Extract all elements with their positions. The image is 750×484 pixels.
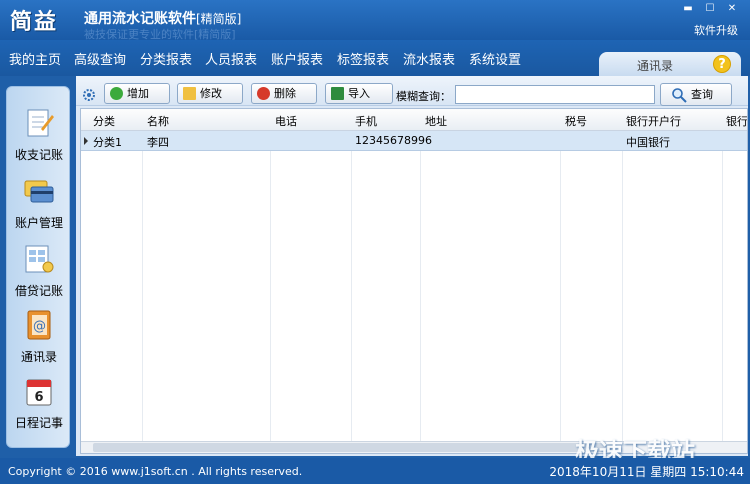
- tab-contacts[interactable]: 通讯录 ?: [599, 52, 741, 76]
- upgrade-link[interactable]: 软件升级: [694, 22, 738, 38]
- cell-name: 李四: [147, 136, 169, 149]
- app-logo: 简益: [10, 9, 59, 35]
- add-icon: [110, 87, 123, 100]
- column-header-bank[interactable]: 银行开户行: [626, 113, 681, 129]
- edit-button[interactable]: 修改: [177, 83, 243, 104]
- grid-column: [271, 109, 352, 453]
- svg-text:@: @: [33, 319, 46, 334]
- tab-contacts-label: 通讯录: [637, 59, 674, 73]
- sidebar-item-label: 账户管理: [14, 216, 63, 230]
- grid-header: 分类 名称 电话 手机 地址 税号 银行开户行 银行: [81, 109, 747, 131]
- search-label: 模糊查询：: [396, 90, 451, 103]
- grid-column: [143, 109, 271, 453]
- delete-icon: [257, 87, 270, 100]
- sidebar-item-income-expense[interactable]: 收支记账: [7, 107, 71, 163]
- address-book-icon: @: [27, 310, 51, 340]
- row-selector-icon: [84, 137, 88, 145]
- edit-button-label: 修改: [200, 87, 222, 100]
- credit-card-icon: [24, 180, 54, 203]
- ledger-grid-icon: [25, 245, 54, 273]
- contacts-grid: 分类 名称 电话 手机 地址 税号 银行开户行 银行 分类1 李四 123456…: [80, 108, 748, 454]
- menu-flow-report[interactable]: 流水报表: [403, 49, 455, 68]
- sidebar: 收支记账 账户管理 借贷记账 @ 通讯录 6 日程记事: [6, 86, 70, 448]
- copyright-text: Copyright © 2016 www.j1soft.cn . All rig…: [8, 465, 303, 478]
- sidebar-item-label: 日程记事: [14, 416, 63, 430]
- search-button[interactable]: 查询: [660, 83, 732, 106]
- column-header-category[interactable]: 分类: [93, 113, 115, 129]
- menu-tag-report[interactable]: 标签报表: [337, 49, 389, 68]
- grid-column: [81, 109, 143, 453]
- cell-mobile: 12345678996: [355, 134, 432, 147]
- title-bar: 简益 通用流水记账软件[精简版] 被技保证更专业的软件[精简版] ▬ ☐ ✕ 软…: [0, 0, 750, 41]
- main-panel: 增加 修改 删除 导入Excel 模糊查询： 查询: [76, 76, 748, 456]
- datetime-text: 2018年10月11日 星期四 15:10:44: [549, 465, 744, 479]
- cell-bank: 中国银行: [626, 136, 670, 149]
- menu-settings[interactable]: 系统设置: [469, 49, 521, 68]
- edit-icon: [183, 87, 196, 100]
- excel-icon: [331, 87, 344, 100]
- app-title-text: 通用流水记账软件: [84, 11, 196, 27]
- add-button-label: 增加: [127, 87, 149, 100]
- menu-person-report[interactable]: 人员报表: [205, 49, 257, 68]
- sidebar-item-contacts[interactable]: @ 通讯录: [7, 309, 71, 365]
- scrollbar-thumb[interactable]: [93, 443, 613, 452]
- table-row[interactable]: 分类1 李四 12345678996 中国银行: [81, 131, 747, 151]
- column-header-address[interactable]: 地址: [425, 113, 447, 129]
- grid-column: [623, 109, 723, 453]
- delete-button[interactable]: 删除: [251, 83, 317, 104]
- app-edition: [精简版]: [196, 12, 242, 26]
- close-button[interactable]: ✕: [722, 2, 742, 16]
- menu-advanced-query[interactable]: 高级查询: [74, 49, 126, 68]
- toolbar: 增加 修改 删除 导入Excel 模糊查询： 查询: [76, 76, 748, 119]
- grid-column: [561, 109, 623, 453]
- maximize-button[interactable]: ☐: [700, 2, 720, 16]
- sidebar-item-schedule[interactable]: 6 日程记事: [7, 375, 71, 431]
- svg-text:6: 6: [34, 390, 43, 405]
- help-icon[interactable]: ?: [713, 55, 731, 73]
- sidebar-item-loans[interactable]: 借贷记账: [7, 243, 71, 299]
- search-input[interactable]: [455, 85, 655, 104]
- add-button[interactable]: 增加: [104, 83, 170, 104]
- sidebar-item-label: 通讯录: [20, 350, 57, 364]
- magnifier-icon: [672, 88, 687, 103]
- menu-account-report[interactable]: 账户报表: [271, 49, 323, 68]
- app-title: 通用流水记账软件[精简版]: [84, 8, 241, 28]
- delete-button-label: 删除: [274, 87, 296, 100]
- menu-category-report[interactable]: 分类报表: [140, 49, 192, 68]
- calendar-icon: 6: [26, 379, 52, 406]
- import-excel-button[interactable]: 导入Excel: [325, 83, 393, 119]
- settings-gear-icon[interactable]: [82, 88, 96, 102]
- column-header-bank-account[interactable]: 银行: [726, 113, 747, 129]
- menu-home[interactable]: 我的主页: [9, 49, 61, 68]
- status-bar: Copyright © 2016 www.j1soft.cn . All rig…: [0, 458, 750, 484]
- cell-category: 分类1: [93, 136, 122, 149]
- minimize-button[interactable]: ▬: [678, 2, 698, 16]
- notebook-icon: [27, 109, 54, 137]
- column-header-tax-id[interactable]: 税号: [565, 113, 587, 129]
- sidebar-item-label: 借贷记账: [14, 284, 63, 298]
- grid-column: [421, 109, 561, 453]
- sidebar-item-label: 收支记账: [14, 148, 63, 162]
- sidebar-item-accounts[interactable]: 账户管理: [7, 175, 71, 231]
- column-header-mobile[interactable]: 手机: [355, 113, 377, 129]
- column-header-name[interactable]: 名称: [147, 113, 169, 129]
- search-button-label: 查询: [691, 88, 713, 101]
- grid-column: [352, 109, 421, 453]
- column-header-phone[interactable]: 电话: [275, 113, 297, 129]
